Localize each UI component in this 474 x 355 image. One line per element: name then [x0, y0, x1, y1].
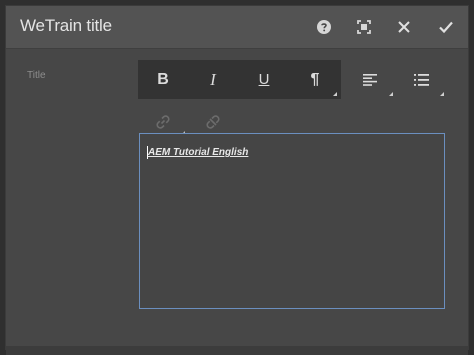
fullscreen-icon: [357, 20, 371, 34]
unlink-icon: [206, 115, 220, 129]
close-icon: [398, 21, 410, 33]
dialog-header: WeTrain title: [6, 6, 468, 49]
done-icon: [439, 21, 453, 34]
caret-icon: [389, 92, 393, 96]
link-icon: [156, 115, 170, 129]
help-button[interactable]: [311, 14, 337, 40]
align-left-icon: [363, 73, 377, 86]
title-field-label: Title: [27, 70, 46, 81]
fullscreen-button[interactable]: [351, 14, 377, 40]
help-icon: [317, 20, 331, 34]
caret-icon: [440, 92, 444, 96]
rich-text-editor[interactable]: AEM Tutorial English: [139, 133, 445, 309]
page-background-strip: [6, 346, 468, 355]
dialog: WeTrain title Title B I U ¶ AEM Tutorial…: [6, 6, 468, 349]
dialog-title: WeTrain title: [20, 16, 112, 35]
underline-icon: U: [258, 71, 270, 88]
paragraph-button[interactable]: ¶: [290, 60, 340, 99]
editor-text: AEM Tutorial English: [148, 147, 249, 158]
done-button[interactable]: [433, 14, 459, 40]
bold-button[interactable]: B: [138, 60, 188, 99]
bold-icon: B: [157, 70, 169, 88]
paragraph-icon: ¶: [310, 70, 320, 88]
close-button[interactable]: [391, 14, 417, 40]
underline-button[interactable]: U: [239, 60, 289, 99]
rte-toolbar: B I U ¶: [138, 60, 458, 104]
lists-button[interactable]: [397, 60, 447, 99]
format-group: B I U ¶: [138, 60, 341, 99]
list-icon: [414, 73, 429, 86]
justify-button[interactable]: [346, 60, 396, 99]
italic-icon: I: [210, 69, 216, 89]
italic-button[interactable]: I: [188, 60, 238, 99]
caret-icon: [333, 92, 337, 96]
